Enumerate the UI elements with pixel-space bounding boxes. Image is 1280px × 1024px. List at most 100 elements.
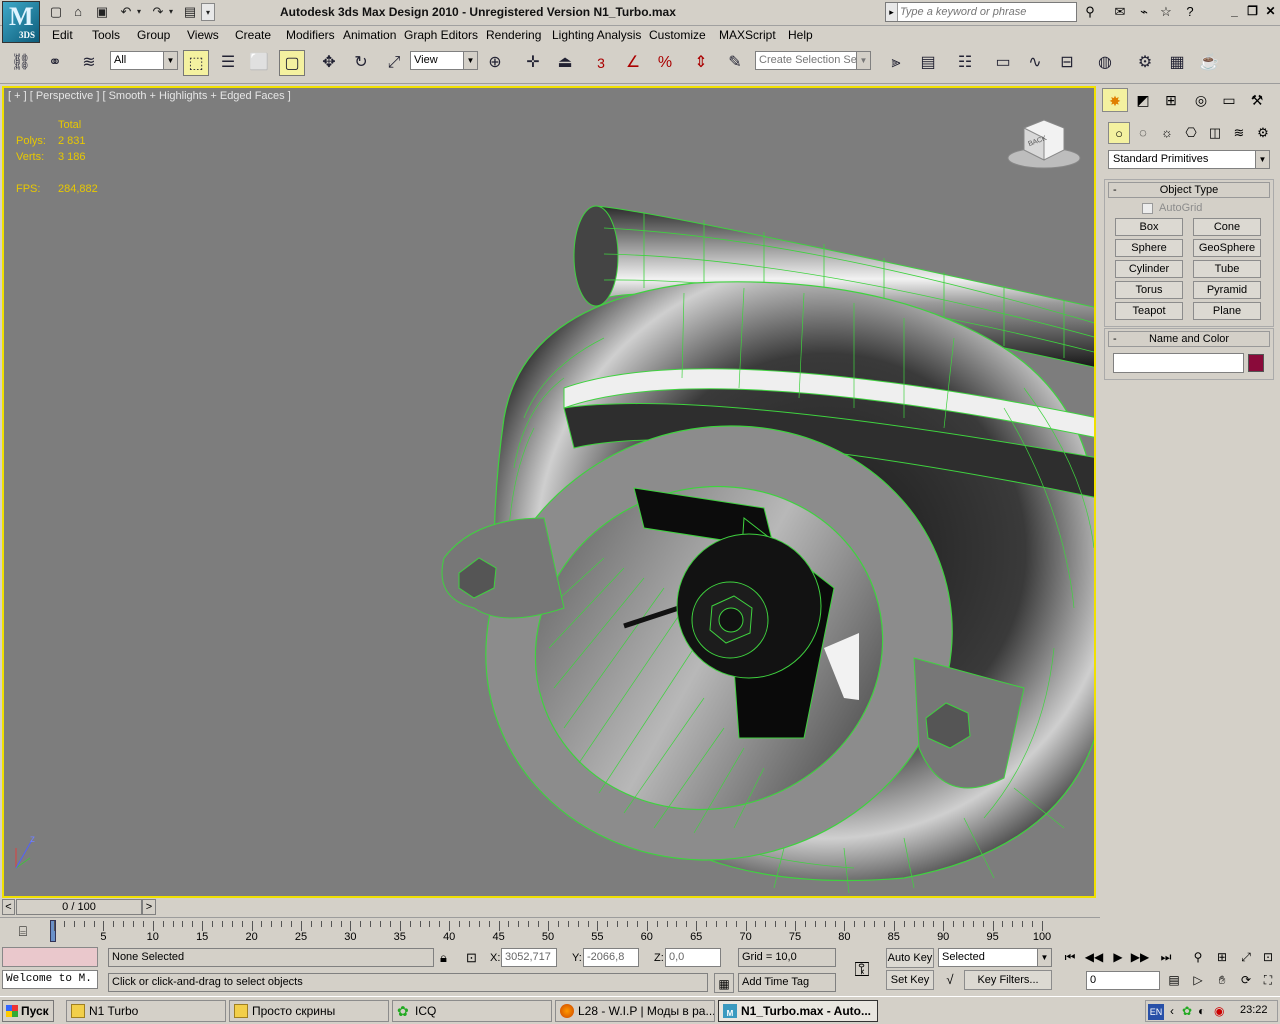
add-time-tag-button[interactable]: Add Time Tag [738, 973, 836, 992]
pyramid-button[interactable]: Pyramid [1193, 281, 1261, 299]
orbit-icon[interactable]: ⟳ [1236, 971, 1256, 989]
track-bar[interactable]: ⌸ 5 10 15 20 25 30 35 40 45 50 55 60 65 70 75 80 85 90 95 1… [0, 917, 1100, 944]
communication-center-icon[interactable]: ✉ [1110, 3, 1130, 21]
utilities-tab-icon[interactable]: ⚒ [1244, 88, 1270, 112]
material-editor-icon[interactable]: ◍ [1092, 50, 1118, 76]
task-browser[interactable]: L28 - W.I.P | Моды в ра... [555, 1000, 715, 1022]
object-name-field[interactable] [1113, 353, 1244, 373]
pan-icon[interactable]: ✋︎ [1212, 971, 1232, 989]
menu-create[interactable]: Create [235, 28, 271, 42]
layer-manager-icon[interactable]: ☷ [952, 50, 978, 76]
object-color-swatch[interactable] [1248, 354, 1264, 372]
auto-key-button[interactable]: Auto Key [886, 948, 934, 968]
task-n1-turbo[interactable]: N1 Turbo [66, 1000, 226, 1022]
help-icon[interactable]: ? [1180, 3, 1200, 21]
selection-lock-icon[interactable]: 🔒︎ [440, 950, 447, 966]
shapes-icon[interactable]: ◌ [1132, 122, 1154, 144]
motion-tab-icon[interactable]: ◎ [1188, 88, 1214, 112]
set-key-button[interactable]: Set Key [886, 970, 934, 990]
maxscript-mini-listener-top[interactable] [2, 947, 98, 967]
menu-modifiers[interactable]: Modifiers [286, 28, 335, 42]
absolute-mode-icon[interactable]: ⊡ [466, 950, 477, 966]
tube-button[interactable]: Tube [1193, 260, 1261, 278]
search-input[interactable] [900, 4, 1072, 20]
named-selection-sets-dropdown[interactable]: Create Selection Se ▼ [755, 51, 871, 70]
start-button[interactable]: Пуск [2, 1000, 54, 1022]
redo-icon[interactable]: ↷ [148, 3, 168, 21]
next-frame-icon[interactable]: ▶▶ [1130, 948, 1150, 966]
save-file-icon[interactable]: ▣ [92, 3, 112, 21]
infocenter-search[interactable]: ▸ [885, 2, 1077, 22]
maxscript-mini-listener[interactable]: Welcome to M. [2, 970, 98, 989]
open-file-icon[interactable]: ⌂ [68, 3, 88, 21]
y-coordinate-field[interactable]: -2066,8 [583, 948, 639, 967]
zoom-extents-icon[interactable]: ⤢ [1236, 948, 1256, 966]
spinner-snap-icon[interactable]: ⇕ [688, 50, 714, 76]
menu-rendering[interactable]: Rendering [486, 28, 541, 42]
menu-maxscript[interactable]: MAXScript [719, 28, 776, 42]
search-expand-icon[interactable]: ▸ [886, 3, 898, 21]
sphere-button[interactable]: Sphere [1115, 239, 1183, 257]
reference-coordinate-dropdown[interactable]: View ▼ [410, 51, 478, 70]
helpers-icon[interactable]: ◫ [1204, 122, 1226, 144]
key-mode-dropdown[interactable]: Selected ▼ [938, 948, 1052, 967]
quick-access-dropdown-icon[interactable]: ▾ [201, 3, 215, 21]
keyboard-shortcut-override-icon[interactable]: ⏏ [552, 50, 578, 76]
favorites-star-icon[interactable]: ☆ [1156, 3, 1176, 21]
selection-filter-dropdown[interactable]: All ▼ [110, 51, 178, 70]
zoom-all-icon[interactable]: ⊞ [1212, 948, 1232, 966]
cameras-icon[interactable]: ⎔ [1180, 122, 1202, 144]
restore-icon[interactable]: ❐ [1244, 3, 1261, 20]
binoculars-icon[interactable]: ⚲ [1080, 3, 1100, 21]
new-file-icon[interactable]: ▢ [46, 3, 66, 21]
autogrid-checkbox[interactable]: AutoGrid [1142, 202, 1202, 214]
undo-icon[interactable]: ↶ [116, 3, 136, 21]
render-setup-icon[interactable]: ⚙ [1132, 50, 1158, 76]
geometry-icon[interactable]: ○ [1108, 122, 1130, 144]
go-to-end-icon[interactable]: ⏭ [1156, 948, 1176, 966]
menu-group[interactable]: Group [137, 28, 170, 42]
default-in-out-tangent-icon[interactable]: √ [940, 972, 960, 992]
percent-snap-icon[interactable]: % [652, 50, 678, 76]
maximize-viewport-icon[interactable]: ⛶ [1258, 971, 1278, 989]
rendered-frame-window-icon[interactable]: ▦ [1164, 50, 1190, 76]
project-folder-icon[interactable]: ▤ [180, 3, 200, 21]
application-button[interactable]: M 3DS [2, 1, 40, 43]
menu-animation[interactable]: Animation [343, 28, 396, 42]
play-icon[interactable]: ▶ [1108, 948, 1128, 966]
snaps-toggle-icon[interactable]: 3 [588, 50, 614, 76]
align-icon[interactable]: ▤ [915, 50, 941, 76]
select-manipulate-icon[interactable]: ✛ [520, 50, 546, 76]
zoom-icon[interactable]: ⚲ [1188, 948, 1208, 966]
set-key-icon[interactable]: ⚿ [846, 954, 878, 986]
network-icon[interactable]: ‹ [1170, 1004, 1174, 1018]
task-prosto-skriny[interactable]: Просто скрины [229, 1000, 389, 1022]
menu-graph-editors[interactable]: Graph Editors [404, 28, 478, 42]
z-coordinate-field[interactable]: 0,0 [665, 948, 721, 967]
space-warps-icon[interactable]: ≋ [1228, 122, 1250, 144]
teapot-button[interactable]: Teapot [1115, 302, 1183, 320]
satellite-icon[interactable]: ⌁ [1134, 3, 1154, 21]
select-object-icon[interactable]: ⬚ [183, 50, 209, 76]
lights-icon[interactable]: ☼ [1156, 122, 1178, 144]
modify-tab-icon[interactable]: ◩ [1130, 88, 1156, 112]
menu-help[interactable]: Help [788, 28, 813, 42]
viewport-label[interactable]: [ + ] [ Perspective ] [ Smooth + Highlig… [8, 90, 291, 102]
scale-icon[interactable]: ⤢ [381, 50, 407, 76]
menu-tools[interactable]: Tools [92, 28, 120, 42]
graphite-ribbon-icon[interactable]: ▭ [990, 50, 1016, 76]
bind-space-warp-icon[interactable]: ≋ [76, 50, 102, 76]
window-crossing-icon[interactable]: ▢ [279, 50, 305, 76]
link-icon[interactable]: ⛓ [8, 50, 34, 76]
minimize-icon[interactable]: _ [1226, 3, 1243, 20]
object-type-header[interactable]: - Object Type [1108, 182, 1270, 198]
x-coordinate-field[interactable]: 3052,717 [501, 948, 557, 967]
render-production-icon[interactable]: ☕ [1196, 50, 1222, 76]
undo-dropdown-icon[interactable]: ▾ [134, 3, 144, 21]
torus-button[interactable]: Torus [1115, 281, 1183, 299]
select-by-name-icon[interactable]: ☰ [215, 50, 241, 76]
cone-button[interactable]: Cone [1193, 218, 1261, 236]
plane-button[interactable]: Plane [1193, 302, 1261, 320]
key-filters-button[interactable]: Key Filters... [964, 970, 1052, 990]
prev-frame-button[interactable]: < [2, 899, 15, 915]
